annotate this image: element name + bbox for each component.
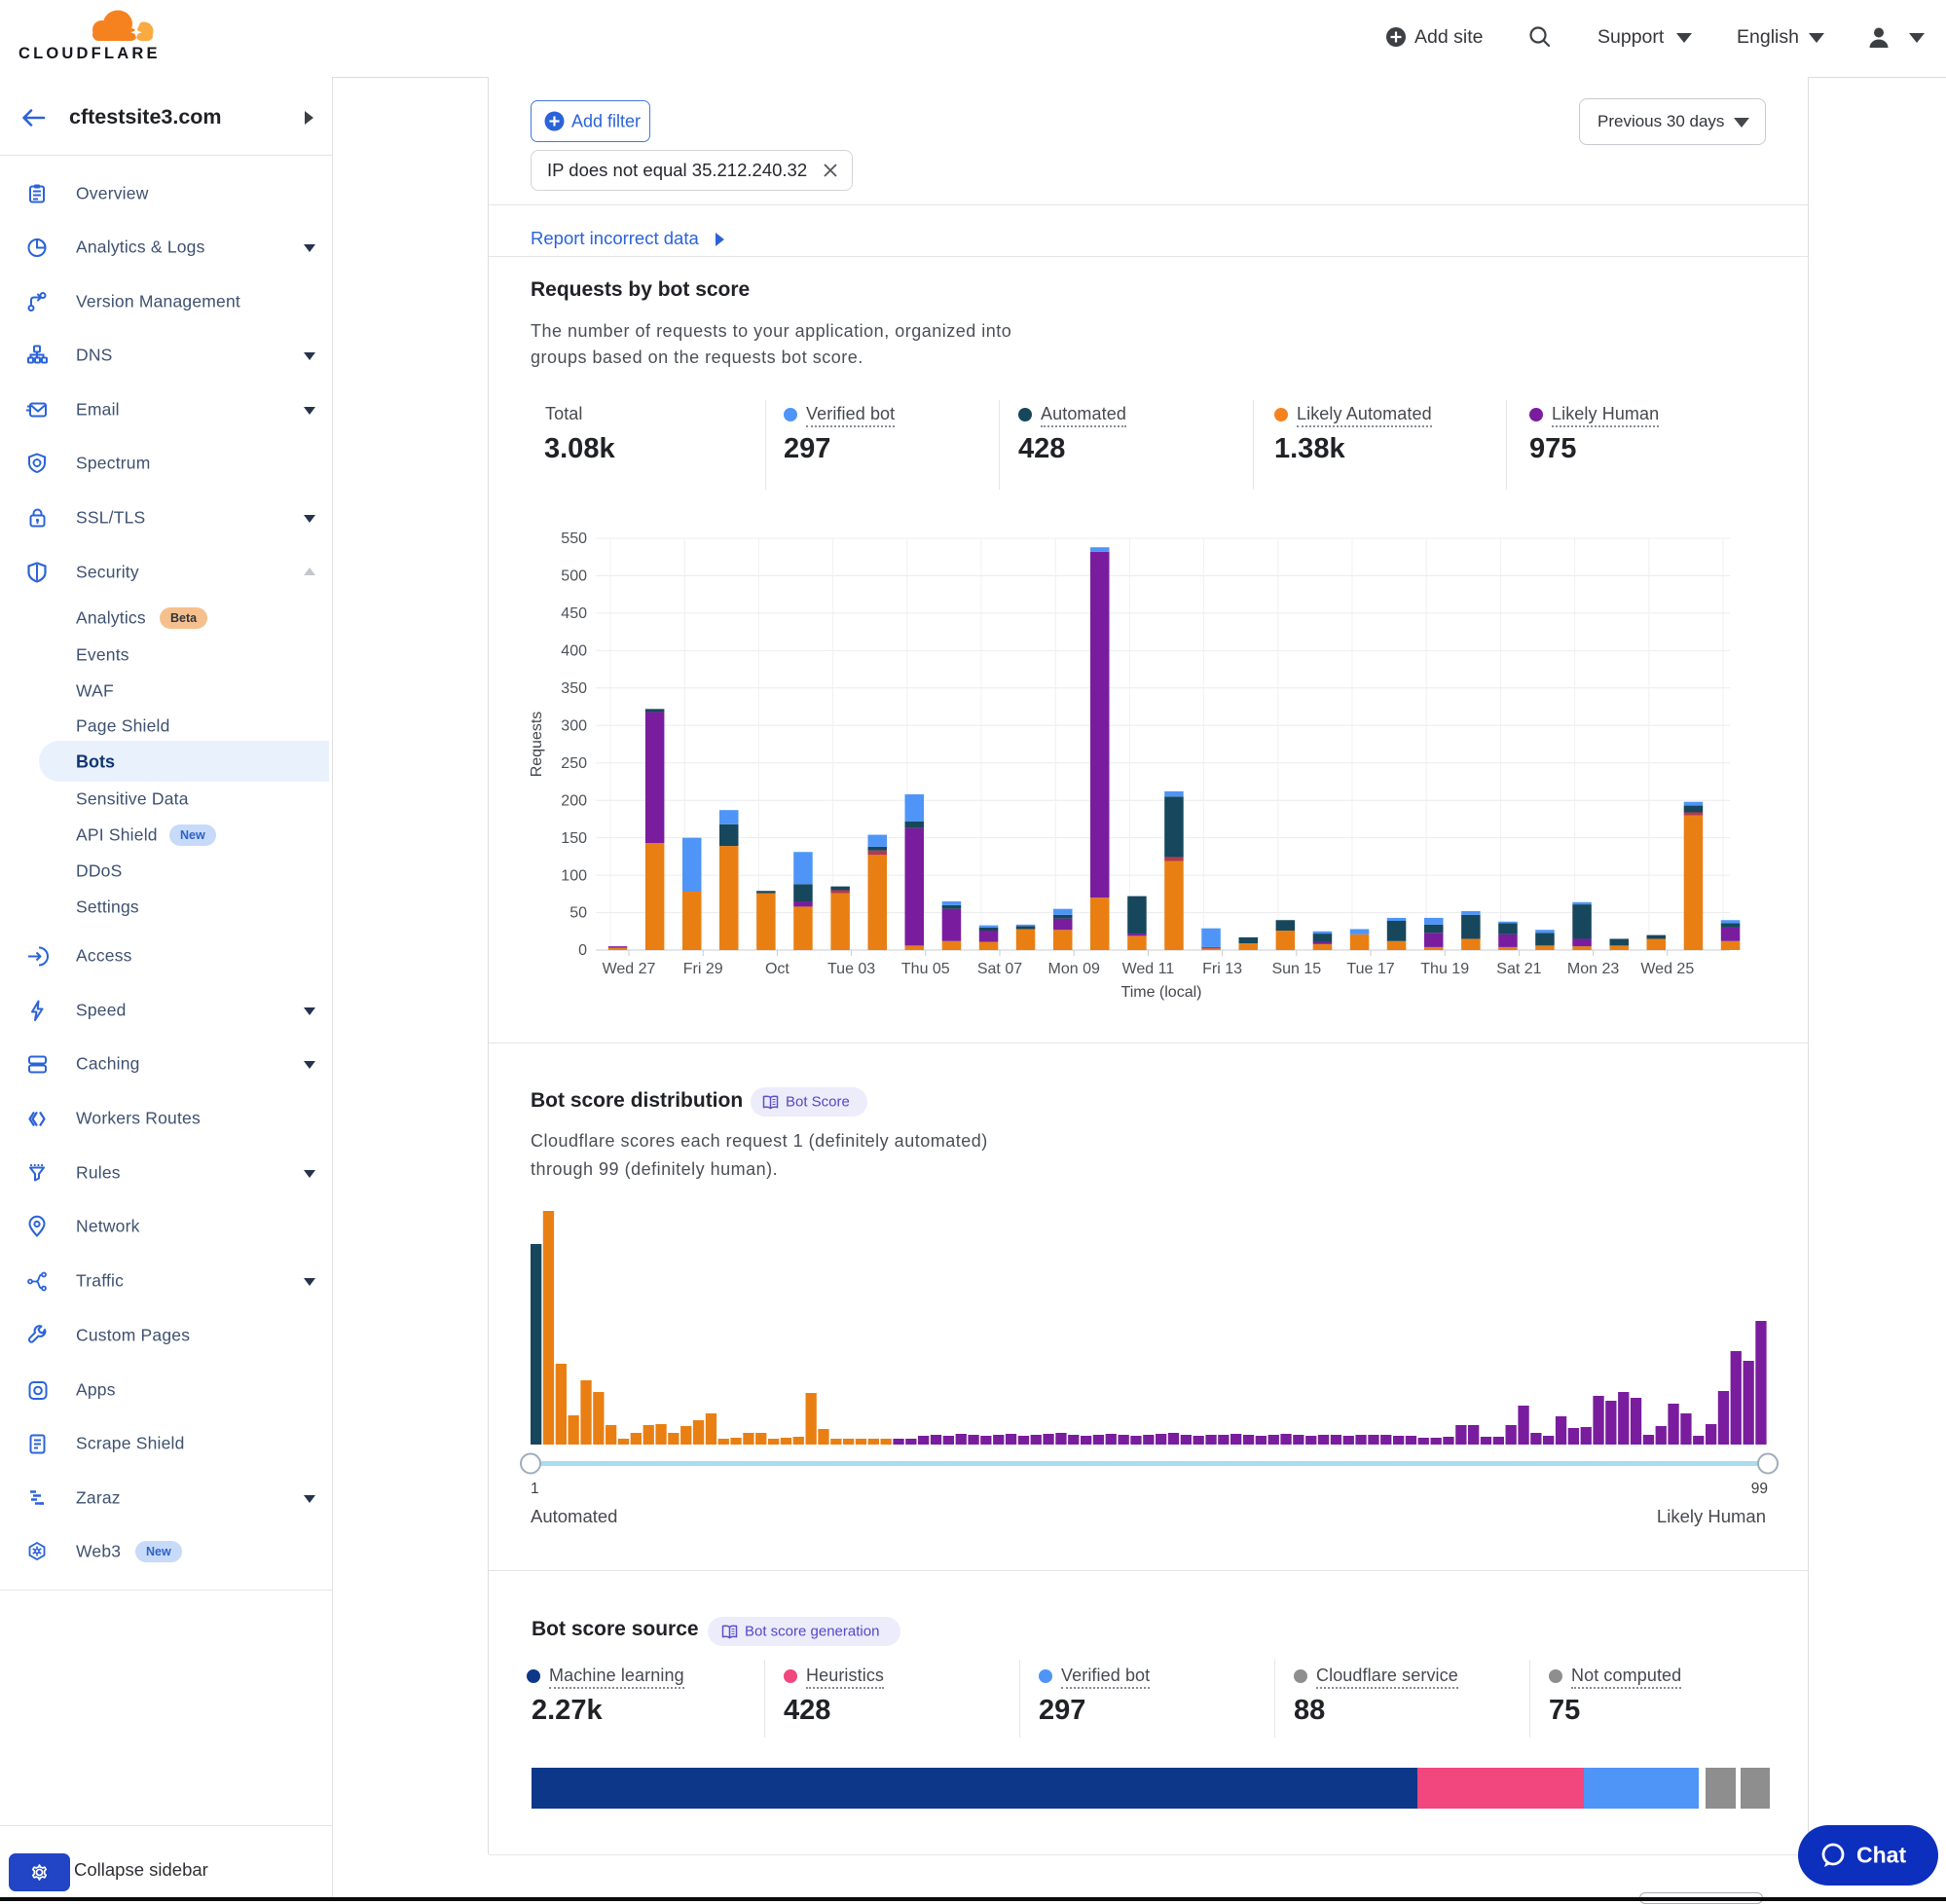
- svg-text:99: 99: [1751, 1481, 1768, 1497]
- svg-text:150: 150: [561, 830, 587, 847]
- svg-text:Tue 17: Tue 17: [1346, 961, 1394, 977]
- svg-text:Requests: Requests: [529, 712, 545, 778]
- svg-text:Mon 09: Mon 09: [1048, 961, 1100, 977]
- svg-text:Tue 03: Tue 03: [827, 961, 875, 977]
- svg-text:Sat 21: Sat 21: [1496, 961, 1541, 977]
- svg-text:Sun 15: Sun 15: [1271, 961, 1321, 977]
- svg-text:Thu 05: Thu 05: [901, 961, 950, 977]
- svg-text:250: 250: [561, 755, 587, 772]
- svg-text:Time (local): Time (local): [1121, 984, 1202, 1001]
- svg-text:450: 450: [561, 605, 587, 622]
- svg-text:50: 50: [569, 905, 587, 922]
- svg-text:0: 0: [578, 942, 587, 959]
- svg-text:Sat 07: Sat 07: [977, 961, 1022, 977]
- svg-text:Fri 13: Fri 13: [1202, 961, 1242, 977]
- svg-text:350: 350: [561, 680, 587, 697]
- svg-text:Wed 27: Wed 27: [603, 961, 656, 977]
- svg-text:Mon 23: Mon 23: [1567, 961, 1619, 977]
- svg-text:Wed 11: Wed 11: [1122, 961, 1175, 977]
- svg-text:Likely Human: Likely Human: [1657, 1506, 1766, 1526]
- svg-text:Oct: Oct: [765, 961, 789, 977]
- svg-text:Wed 25: Wed 25: [1640, 961, 1694, 977]
- svg-text:100: 100: [561, 867, 587, 884]
- svg-text:400: 400: [561, 643, 587, 660]
- svg-text:Automated: Automated: [531, 1506, 617, 1526]
- svg-text:Fri 29: Fri 29: [683, 961, 723, 977]
- svg-text:500: 500: [561, 568, 587, 585]
- svg-text:300: 300: [561, 718, 587, 735]
- svg-text:550: 550: [561, 531, 587, 547]
- svg-text:200: 200: [561, 792, 587, 809]
- svg-text:Thu 19: Thu 19: [1420, 961, 1469, 977]
- svg-text:1: 1: [531, 1481, 539, 1497]
